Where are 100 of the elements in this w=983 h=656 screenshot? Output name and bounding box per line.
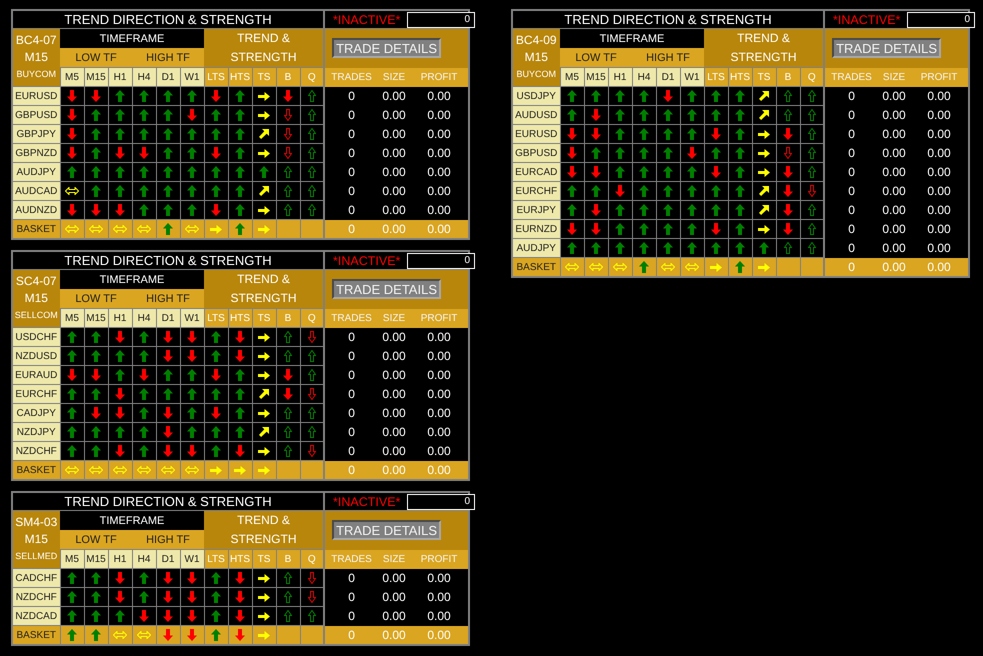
column-header: Q bbox=[300, 550, 324, 568]
column-header: B bbox=[276, 308, 300, 328]
pair-cell: GBPJPY bbox=[12, 124, 60, 144]
down-arrow-icon bbox=[235, 629, 245, 641]
up-arrow-icon bbox=[163, 204, 173, 216]
size-value: 0.00 bbox=[378, 328, 410, 346]
down-arrow-icon bbox=[187, 572, 197, 584]
column-header: D1 bbox=[156, 308, 180, 328]
profit-value: 0.00 bbox=[410, 442, 470, 460]
down-arrow-icon bbox=[591, 128, 601, 140]
up-arrow-icon bbox=[139, 128, 149, 140]
column-header: W1 bbox=[180, 550, 204, 568]
up-arrow-icon bbox=[687, 204, 697, 216]
profit-value: 0.00 bbox=[410, 384, 470, 404]
pair-cell: EURUSD bbox=[512, 124, 560, 144]
down-arrow-icon bbox=[187, 445, 197, 457]
outline-down-arrow-icon bbox=[308, 591, 316, 603]
up-arrow-icon bbox=[639, 223, 649, 235]
up-arrow-icon bbox=[235, 426, 245, 438]
outline-up-arrow-icon bbox=[284, 426, 292, 438]
size-value: 0.00 bbox=[381, 202, 407, 219]
column-header: HTS bbox=[228, 308, 252, 328]
size-value: 0.00 bbox=[381, 164, 407, 181]
down-arrow-icon bbox=[163, 445, 173, 457]
diagonal-arrow-icon bbox=[259, 427, 269, 437]
right-arrow-icon bbox=[258, 148, 270, 158]
size-value: 0.00 bbox=[381, 107, 407, 124]
column-header: TS bbox=[252, 68, 276, 86]
column-header: H4 bbox=[132, 68, 156, 86]
double-arrow-icon bbox=[685, 263, 699, 271]
up-arrow-icon bbox=[711, 109, 721, 121]
profit-value: 0.00 bbox=[410, 588, 470, 606]
strategy-code: BC4-07 bbox=[14, 32, 58, 49]
double-arrow-icon bbox=[89, 466, 103, 474]
trade-details-button[interactable]: TRADE DETAILS bbox=[332, 520, 442, 540]
up-arrow-icon bbox=[139, 591, 149, 603]
up-arrow-icon bbox=[687, 185, 697, 197]
size-value: 0.00 bbox=[878, 86, 910, 106]
outline-down-arrow-icon bbox=[308, 445, 316, 457]
up-arrow-icon bbox=[91, 610, 101, 622]
up-arrow-icon bbox=[615, 147, 625, 159]
trade-details-button[interactable]: TRADE DETAILS bbox=[332, 279, 442, 300]
outline-up-arrow-icon bbox=[808, 223, 816, 235]
up-arrow-icon bbox=[639, 204, 649, 216]
down-arrow-icon bbox=[115, 388, 125, 400]
status-label: *INACTIVE* bbox=[833, 12, 900, 26]
size-value: 0.00 bbox=[381, 443, 407, 460]
outline-down-arrow-icon bbox=[784, 147, 792, 159]
outline-up-arrow-icon bbox=[284, 204, 292, 216]
down-arrow-icon bbox=[163, 591, 173, 603]
outline-up-arrow-icon bbox=[808, 242, 816, 254]
pair-cell: CADJPY bbox=[12, 404, 60, 422]
down-arrow-icon bbox=[235, 591, 245, 603]
pair-cell: GBPNZD bbox=[12, 144, 60, 162]
down-arrow-icon bbox=[163, 610, 173, 622]
up-arrow-icon bbox=[591, 185, 601, 197]
down-arrow-icon bbox=[783, 223, 793, 235]
down-arrow-icon bbox=[591, 204, 601, 216]
trades-value: 0 bbox=[324, 626, 378, 645]
profit-value: 0.00 bbox=[410, 422, 470, 442]
down-arrow-icon bbox=[115, 331, 125, 343]
trade-details-button[interactable]: TRADE DETAILS bbox=[332, 38, 442, 58]
high-tf-header: HIGH TF bbox=[632, 48, 704, 68]
down-arrow-icon bbox=[139, 610, 149, 622]
timeframe-header: TIMEFRAME bbox=[60, 510, 204, 530]
pair-cell: AUDUSD bbox=[512, 106, 560, 124]
down-arrow-icon bbox=[591, 109, 601, 121]
status-label: *INACTIVE* bbox=[333, 12, 400, 26]
pair-cell: NZDCHF bbox=[12, 442, 60, 460]
down-arrow-icon bbox=[711, 223, 721, 235]
up-arrow-icon bbox=[615, 166, 625, 178]
up-arrow-icon bbox=[91, 445, 101, 457]
trade-details-button[interactable]: TRADE DETAILS bbox=[832, 38, 942, 58]
up-arrow-icon bbox=[187, 166, 197, 178]
up-arrow-icon bbox=[187, 369, 197, 381]
column-header: M15 bbox=[84, 550, 108, 568]
double-arrow-icon bbox=[565, 263, 579, 271]
column-header: M15 bbox=[584, 68, 608, 86]
size-value: 0.00 bbox=[378, 626, 410, 645]
size-value: 0.00 bbox=[381, 183, 407, 200]
down-arrow-icon bbox=[783, 204, 793, 216]
up-arrow-icon bbox=[711, 204, 721, 216]
profit-value: 0.00 bbox=[410, 106, 470, 124]
up-arrow-icon bbox=[163, 147, 173, 159]
up-arrow-icon bbox=[615, 109, 625, 121]
size-value: 0.00 bbox=[378, 568, 410, 588]
up-arrow-icon bbox=[687, 90, 697, 102]
right-arrow-icon bbox=[258, 612, 270, 620]
up-arrow-icon bbox=[139, 445, 149, 457]
trades-value: 0 bbox=[324, 144, 378, 162]
up-arrow-icon bbox=[139, 350, 149, 362]
up-arrow-icon bbox=[211, 166, 221, 178]
up-arrow-icon bbox=[91, 166, 101, 178]
down-arrow-icon bbox=[187, 610, 197, 622]
double-arrow-icon bbox=[137, 466, 151, 474]
up-arrow-icon bbox=[235, 128, 245, 140]
outline-up-arrow-icon bbox=[284, 185, 292, 197]
down-arrow-icon bbox=[211, 90, 221, 102]
up-arrow-icon bbox=[91, 591, 101, 603]
counter-display: 0 bbox=[407, 494, 476, 510]
